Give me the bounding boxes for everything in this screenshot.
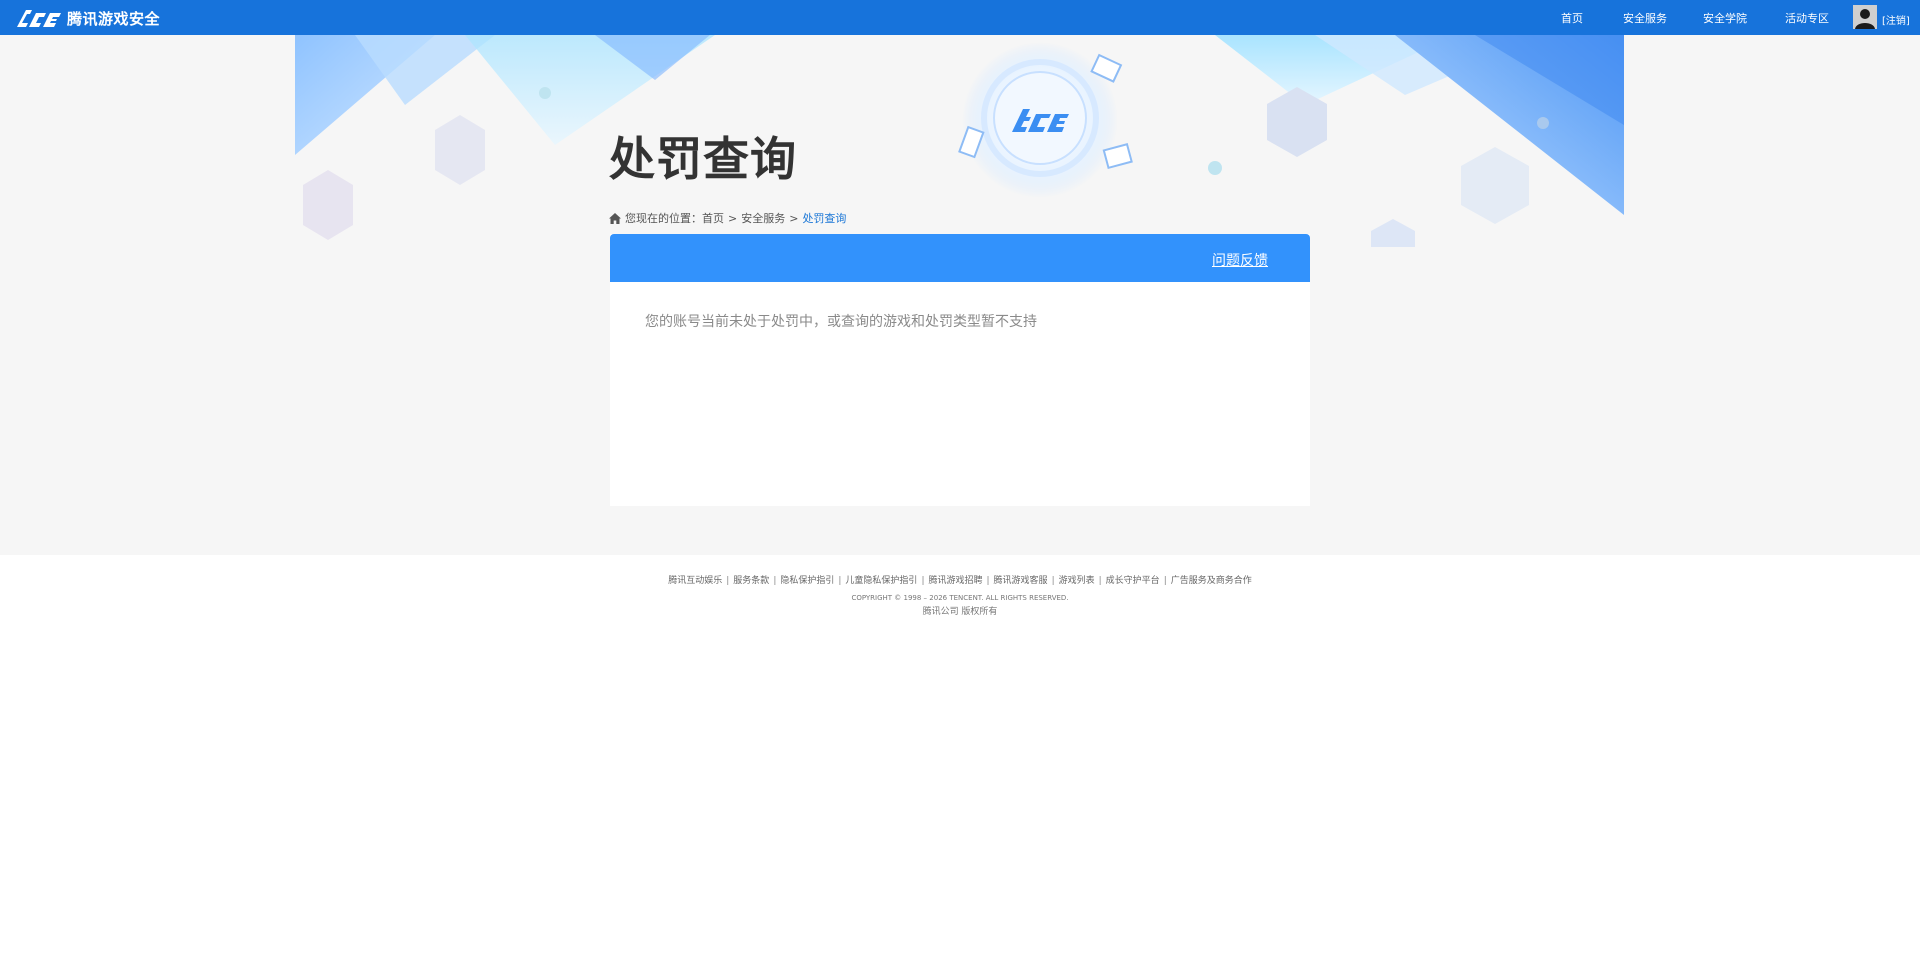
breadcrumb-prefix: 您现在的位置： xyxy=(625,212,702,225)
footer-link-support[interactable]: 腾讯游戏客服 xyxy=(994,576,1048,586)
user-avatar[interactable] xyxy=(1853,5,1877,29)
breadcrumb-current[interactable]: 处罚查询 xyxy=(802,210,846,226)
user-silhouette-icon xyxy=(1853,5,1877,29)
nav-home[interactable]: 首页 xyxy=(1561,10,1583,26)
footer-link-game-list[interactable]: 游戏列表 xyxy=(1059,576,1095,586)
footer-divider: | xyxy=(838,576,842,586)
footer-divider: | xyxy=(1098,576,1102,586)
result-message: 您的账号当前未处于处罚中，或查询的游戏和处罚类型暂不支持 xyxy=(645,314,1037,330)
home-icon xyxy=(609,212,621,224)
footer-divider: | xyxy=(773,576,777,586)
footer-link-ads[interactable]: 广告服务及商务合作 xyxy=(1171,576,1252,586)
feedback-link[interactable]: 问题反馈 xyxy=(1212,250,1268,270)
nav-security-service[interactable]: 安全服务 xyxy=(1623,10,1667,26)
footer-link-jobs[interactable]: 腾讯游戏招聘 xyxy=(928,576,982,586)
breadcrumb-separator: > xyxy=(728,211,738,225)
logout-link[interactable]: [注销] xyxy=(1882,12,1910,27)
footer-link-child-privacy[interactable]: 儿童隐私保护指引 xyxy=(845,576,917,586)
breadcrumb-security-service[interactable]: 安全服务 xyxy=(741,210,785,226)
main-nav: 首页 安全服务 安全学院 活动专区 xyxy=(0,0,1920,35)
footer-divider: | xyxy=(1163,576,1167,586)
top-navigation-bar: 腾讯游戏安全 首页 安全服务 安全学院 活动专区 [注销] xyxy=(0,0,1920,35)
nav-activity-zone[interactable]: 活动专区 xyxy=(1785,10,1829,26)
breadcrumb: 您现在的位置： 首页 > 安全服务 > 处罚查询 xyxy=(609,210,846,226)
footer-divider: | xyxy=(921,576,925,586)
penalty-result-panel: 问题反馈 您的账号当前未处于处罚中，或查询的游戏和处罚类型暂不支持 xyxy=(610,234,1310,506)
copyright-text: COPYRIGHT © 1998 – 2026 TENCENT. ALL RIG… xyxy=(851,594,1069,602)
decorative-banner xyxy=(295,35,1624,247)
nav-security-academy[interactable]: 安全学院 xyxy=(1703,10,1747,26)
footer-link-privacy[interactable]: 隐私保护指引 xyxy=(780,576,834,586)
panel-header: 问题反馈 xyxy=(610,234,1310,282)
footer-links: 腾讯互动娱乐 | 服务条款 | 隐私保护指引 | 儿童隐私保护指引 | 腾讯游戏招聘 | 腾讯游戏客… xyxy=(0,570,1920,592)
footer-divider: | xyxy=(1051,576,1055,586)
content-area: 处罚查询 您现在的位置： 首页 > 安全服务 > 处罚查询 问题反馈 您的账号当… xyxy=(0,35,1920,555)
footer-divider: | xyxy=(726,576,730,586)
footer-link-growth-guard[interactable]: 成长守护平台 xyxy=(1106,576,1160,586)
breadcrumb-separator: > xyxy=(789,211,799,225)
rights-text: 腾讯公司 版权所有 xyxy=(922,607,998,617)
page-title: 处罚查询 xyxy=(609,132,797,186)
footer: 腾讯互动娱乐 | 服务条款 | 隐私保护指引 | 儿童隐私保护指引 | 腾讯游戏招聘 | 腾讯游戏客… xyxy=(0,570,1920,620)
breadcrumb-home[interactable]: 首页 xyxy=(702,210,724,226)
footer-link-terms[interactable]: 服务条款 xyxy=(733,576,769,586)
footer-divider: | xyxy=(986,576,990,586)
footer-link-ieg[interactable]: 腾讯互动娱乐 xyxy=(668,576,722,586)
